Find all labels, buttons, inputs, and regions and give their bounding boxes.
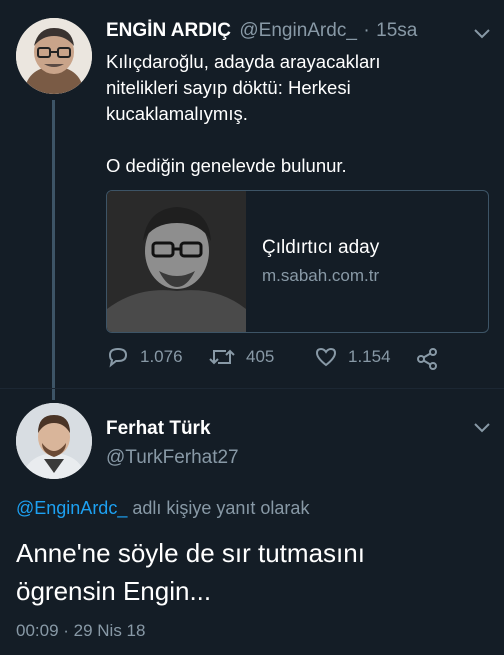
reply-action[interactable]: 1.076 [106, 346, 183, 368]
share-icon[interactable] [415, 347, 439, 371]
tweet-text-line: Anne'ne söyle de sır tutmasını [16, 538, 365, 568]
card-domain: m.sabah.com.tr [262, 266, 380, 285]
like-action[interactable]: 1.154 [314, 346, 391, 368]
tweet-text: Anne'ne söyle de sır tutmasını ögrensin … [16, 534, 486, 610]
card-image [107, 191, 246, 332]
retweet-action[interactable]: 405 [208, 346, 274, 368]
card-title: Çıldırtıcı aday [262, 237, 380, 258]
tweet-text-line: ögrensin Engin... [16, 576, 212, 606]
tweet-text-line: nitelikleri sayıp döktü: Herkesi [106, 77, 351, 98]
author-handle[interactable]: @EnginArdc_ [239, 20, 357, 41]
reply-mention-link[interactable]: @EnginArdc_ [16, 498, 127, 518]
tweet-text-line: Kılıçdaroğlu, adayda arayacakları [106, 51, 381, 72]
like-icon [315, 347, 337, 367]
retweet-icon [209, 349, 235, 365]
thread-line [52, 100, 55, 400]
divider [0, 388, 504, 389]
link-card[interactable]: Çıldırtıcı aday m.sabah.com.tr [106, 190, 489, 333]
tweet-text: Kılıçdaroğlu, adayda arayacakları niteli… [106, 49, 381, 179]
retweet-count: 405 [246, 347, 275, 366]
tweet-text-line: O dediğin genelevde bulunur. [106, 155, 347, 176]
tweet-timestamp[interactable]: 00:09 · 29 Nis 18 [16, 621, 145, 641]
reply-count: 1.076 [140, 347, 183, 366]
author-name[interactable]: ENGİN ARDIÇ [106, 20, 231, 41]
chevron-down-icon[interactable] [472, 420, 492, 434]
separator: · [363, 20, 370, 41]
reply-context: @EnginArdc_ adlı kişiye yanıt olarak [16, 498, 309, 519]
author-handle[interactable]: @TurkFerhat27 [106, 447, 239, 469]
reply-context-text: adlı kişiye yanıt olarak [132, 498, 310, 518]
author-name[interactable]: Ferhat Türk [106, 418, 211, 440]
avatar[interactable] [16, 403, 92, 479]
chevron-down-icon[interactable] [472, 26, 492, 40]
tweet-header: ENGİN ARDIÇ @EnginArdc_ · 15sa [106, 20, 417, 42]
tweet-text-line: kucaklamalıymış. [106, 103, 248, 124]
avatar[interactable] [16, 18, 92, 94]
like-count: 1.154 [348, 347, 391, 366]
reply-icon [108, 347, 128, 368]
tweet-time[interactable]: 15sa [376, 20, 417, 41]
